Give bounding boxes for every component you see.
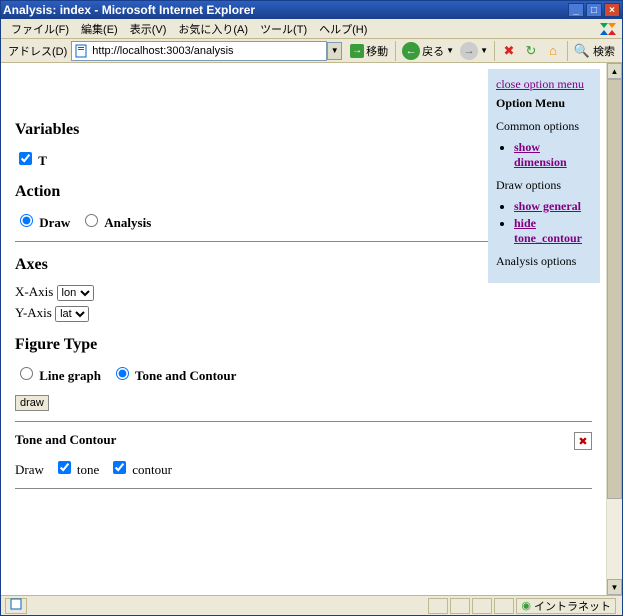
action-draw-radio[interactable] <box>20 214 33 227</box>
menu-edit[interactable]: 編集(E) <box>75 19 124 39</box>
analysis-options-label: Analysis options <box>496 254 592 269</box>
divider <box>15 488 592 489</box>
fig-tone-radio[interactable] <box>116 367 129 380</box>
status-bar: ◉ イントラネット <box>1 595 622 615</box>
search-label: 検索 <box>593 43 619 59</box>
home-button[interactable]: ⌂ <box>544 42 562 60</box>
app-window: Analysis: index - Microsoft Internet Exp… <box>0 0 623 616</box>
status-pane-blank1 <box>428 598 448 614</box>
go-label: 移動 <box>366 43 388 59</box>
status-zone-label: イントラネット <box>534 598 611 614</box>
divider <box>15 421 592 422</box>
variable-t-checkbox[interactable] <box>19 152 32 165</box>
stop-icon: ✖ <box>504 43 515 59</box>
show-general-link[interactable]: show general <box>514 199 581 213</box>
broken-image-icon: ✖ <box>574 432 592 450</box>
common-options-label: Common options <box>496 119 592 134</box>
forward-dropdown-icon: ▼ <box>480 46 488 55</box>
url-field-wrap <box>71 41 327 61</box>
show-dimension-link[interactable]: show dimension <box>514 140 567 169</box>
hide-tone-contour-link[interactable]: hide tone_contour <box>514 216 582 245</box>
tc-contour-checkbox[interactable] <box>113 461 126 474</box>
intranet-icon: ◉ <box>521 599 531 612</box>
back-button[interactable]: ← 戻る ▼ <box>399 41 457 61</box>
draw-options-label: Draw options <box>496 178 592 193</box>
tc-tone-label: tone <box>77 462 99 477</box>
variable-t-label: T <box>38 153 47 168</box>
fig-line-label: Line graph <box>39 368 101 383</box>
minimize-button[interactable]: _ <box>568 3 584 17</box>
close-button[interactable]: × <box>604 3 620 17</box>
draw-button[interactable]: draw <box>15 395 49 411</box>
tc-tone-checkbox[interactable] <box>58 461 71 474</box>
menu-file[interactable]: ファイル(F) <box>5 19 75 39</box>
status-pane-blank2 <box>450 598 470 614</box>
window-title: Analysis: index - Microsoft Internet Exp… <box>3 3 255 17</box>
yaxis-select[interactable]: lat <box>55 306 89 322</box>
content-area: Variables T Action Draw Analysis Axes X-… <box>1 63 622 595</box>
status-pane-blank4 <box>494 598 514 614</box>
action-analysis-label: Analysis <box>104 215 151 230</box>
xaxis-select[interactable]: lon <box>57 285 94 301</box>
fig-tone-label: Tone and Contour <box>135 368 236 383</box>
scroll-up-button[interactable]: ▲ <box>607 63 622 79</box>
tc-contour-label: contour <box>132 462 172 477</box>
refresh-icon: ↻ <box>526 43 537 59</box>
vertical-scrollbar[interactable]: ▲ ▼ <box>606 63 622 595</box>
back-label: 戻る <box>422 43 444 59</box>
tc-draw-label: Draw <box>15 462 44 477</box>
status-pane-left <box>5 598 27 614</box>
address-label: アドレス(D) <box>4 43 71 59</box>
address-bar: アドレス(D) ▼ → 移動 ← 戻る ▼ → ▼ ✖ ↻ ⌂ 🔍 検索 <box>1 39 622 63</box>
go-button[interactable]: → 移動 <box>346 41 392 61</box>
url-dropdown-button[interactable]: ▼ <box>327 42 342 60</box>
go-arrow-icon: → <box>350 44 364 58</box>
menu-bar: ファイル(F) 編集(E) 表示(V) お気に入り(A) ツール(T) ヘルプ(… <box>1 19 622 39</box>
action-draw-label: Draw <box>39 215 70 230</box>
ie-logo-icon <box>598 21 618 37</box>
maximize-button[interactable]: □ <box>586 3 602 17</box>
page-icon <box>74 44 88 58</box>
home-icon: ⌂ <box>549 43 557 58</box>
option-menu-heading: Option Menu <box>496 96 592 111</box>
search-button[interactable]: 🔍 <box>573 42 591 60</box>
back-arrow-icon: ← <box>402 42 420 60</box>
tone-contour-heading: Tone and Contour <box>15 432 592 448</box>
action-analysis-radio[interactable] <box>85 214 98 227</box>
forward-button[interactable]: → ▼ <box>457 41 491 61</box>
menu-view[interactable]: 表示(V) <box>124 19 173 39</box>
menu-tools[interactable]: ツール(T) <box>254 19 313 39</box>
status-pane-blank3 <box>472 598 492 614</box>
xaxis-label: X-Axis <box>15 284 53 299</box>
figure-type-heading: Figure Type <box>15 336 592 354</box>
url-input[interactable] <box>90 44 324 58</box>
back-dropdown-icon: ▼ <box>446 46 454 55</box>
status-zone: ◉ イントラネット <box>516 598 616 614</box>
page-icon <box>10 598 22 613</box>
menu-favorites[interactable]: お気に入り(A) <box>172 19 254 39</box>
fig-line-radio[interactable] <box>20 367 33 380</box>
scroll-down-button[interactable]: ▼ <box>607 579 622 595</box>
refresh-button[interactable]: ↻ <box>522 42 540 60</box>
title-bar: Analysis: index - Microsoft Internet Exp… <box>1 1 622 19</box>
option-menu-panel: close option menu Option Menu Common opt… <box>488 69 600 283</box>
yaxis-label: Y-Axis <box>15 305 52 320</box>
menu-help[interactable]: ヘルプ(H) <box>313 19 373 39</box>
stop-button[interactable]: ✖ <box>500 42 518 60</box>
close-option-menu-link[interactable]: close option menu <box>496 77 584 91</box>
scroll-thumb[interactable] <box>607 79 622 499</box>
search-icon: 🔍 <box>574 43 590 59</box>
forward-arrow-icon: → <box>460 42 478 60</box>
